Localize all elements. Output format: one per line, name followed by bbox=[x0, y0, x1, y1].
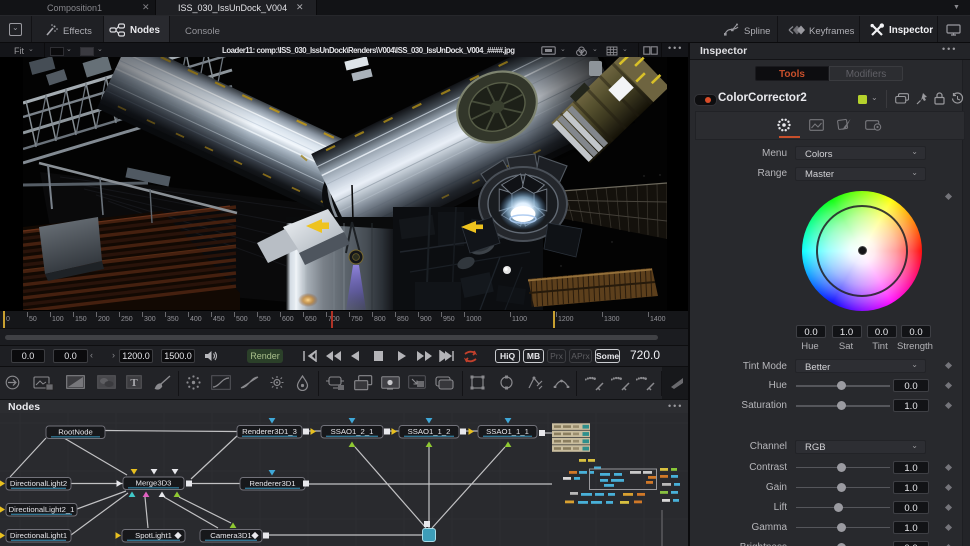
svg-text:Renderer3D1: Renderer3D1 bbox=[249, 479, 295, 488]
svg-text:DirectionalLight1: DirectionalLight1 bbox=[10, 531, 67, 540]
svg-text:DirectionalLight2: DirectionalLight2 bbox=[10, 479, 67, 488]
svg-text:Camera3D1: Camera3D1 bbox=[210, 531, 251, 540]
svg-text:SSAO1_1_2: SSAO1_1_2 bbox=[408, 427, 451, 436]
svg-text:Merge3D3: Merge3D3 bbox=[136, 479, 172, 488]
svg-text:RootNode: RootNode bbox=[58, 428, 93, 437]
svg-text:DirectionalLight2_1: DirectionalLight2_1 bbox=[9, 505, 75, 514]
svg-text:SpotLight1: SpotLight1 bbox=[135, 531, 172, 540]
svg-text:T: T bbox=[130, 377, 138, 389]
svg-text:Renderer3D1_3: Renderer3D1_3 bbox=[242, 427, 297, 436]
svg-text:SSAO1_2_1: SSAO1_2_1 bbox=[331, 427, 374, 436]
svg-text:SSAO1_1_1: SSAO1_1_1 bbox=[486, 427, 529, 436]
